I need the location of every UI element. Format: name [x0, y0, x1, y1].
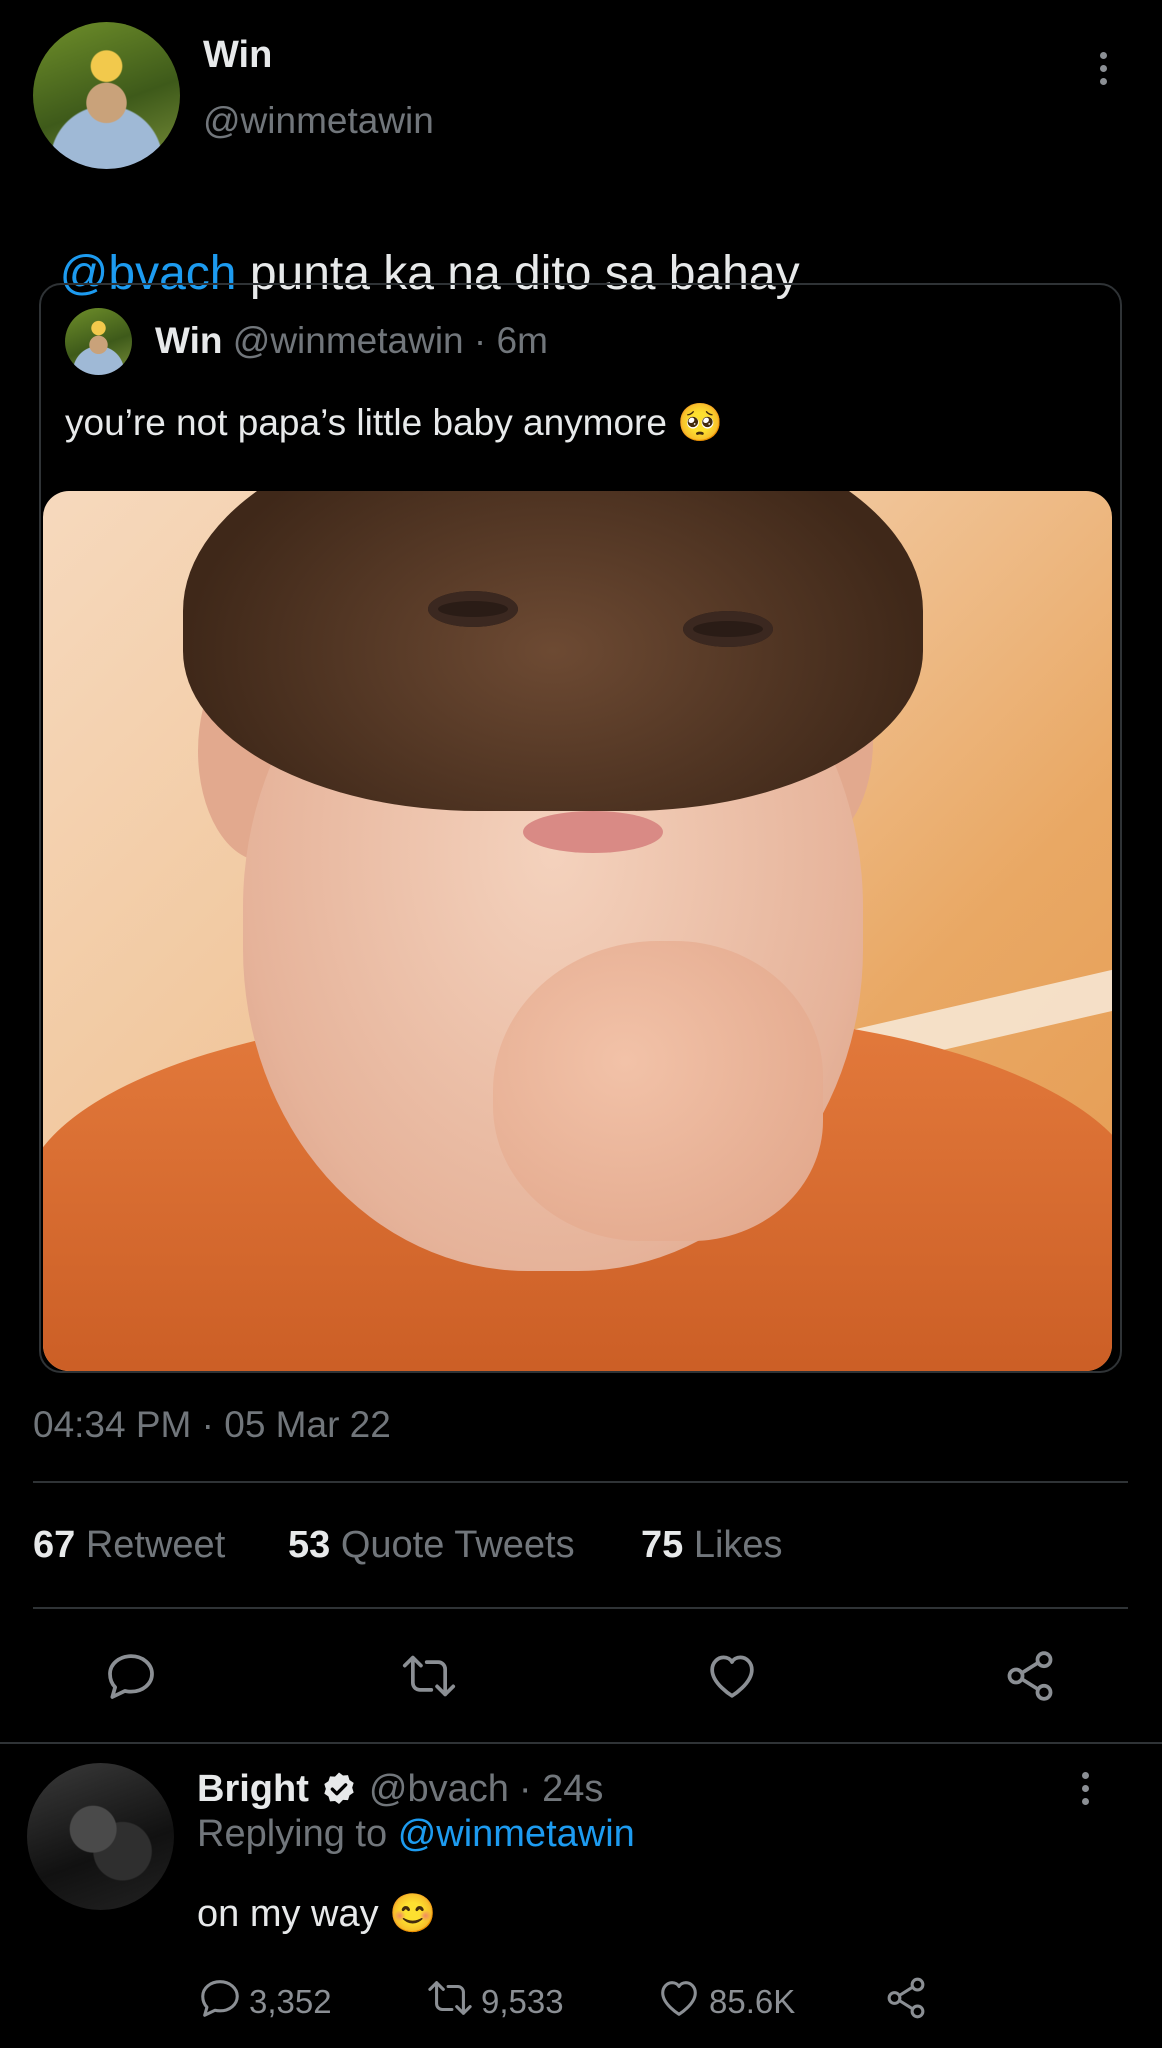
likes-stat[interactable]: 75 Likes [641, 1524, 783, 1567]
reply-retweet-count: 9,533 [481, 1983, 564, 2020]
reply-reply-count: 3,352 [249, 1983, 332, 2020]
photo-eye-left [428, 591, 518, 627]
reply-share-action[interactable] [883, 1975, 929, 2029]
reply-like-count: 85.6K [709, 1983, 796, 2020]
reply-author-name[interactable]: Bright [197, 1768, 309, 1811]
reply-retweet-action[interactable]: 9,533 [425, 1975, 564, 2029]
tweet-timestamp[interactable]: 04:34 PM · 05 Mar 22 [33, 1404, 391, 1446]
more-options-icon[interactable] [1093, 52, 1113, 85]
reply-like-action[interactable]: 85.6K [655, 1975, 795, 2029]
quoted-tweet-header: Win @winmetawin · 6m [155, 320, 548, 362]
verified-badge-icon [319, 1770, 359, 1810]
retweet-icon[interactable] [399, 1648, 459, 1704]
quoted-author-name: Win [155, 320, 223, 361]
author-handle[interactable]: @winmetawin [203, 100, 434, 142]
retweets-stat[interactable]: 67 Retweet [33, 1524, 225, 1567]
reply-author-avatar[interactable] [27, 1763, 174, 1910]
quoted-author-avatar [65, 308, 132, 375]
reply-header: Bright @bvach · 24s [197, 1768, 603, 1811]
replying-to-handle[interactable]: @winmetawin [398, 1813, 635, 1855]
like-icon[interactable] [703, 1648, 761, 1704]
reply-share-icon [883, 1975, 929, 2029]
reply-more-options-icon[interactable] [1075, 1772, 1095, 1805]
quoted-tweet-time: · 6m [473, 320, 548, 361]
likes-label: Likes [693, 1524, 783, 1566]
quotes-stat[interactable]: 53 Quote Tweets [288, 1524, 575, 1567]
divider-stats-top [33, 1481, 1128, 1483]
divider-stats-bottom [33, 1607, 1128, 1609]
reply-time: · 24s [518, 1768, 604, 1810]
reply-reply-icon [197, 1975, 243, 2029]
reply-retweet-icon [425, 1975, 475, 2029]
quotes-label: Quote Tweets [340, 1524, 575, 1566]
quoted-tweet-text: you’re not papa’s little baby anymore 🥺 [65, 402, 724, 443]
reply-icon[interactable] [103, 1648, 159, 1704]
reply-author-handle[interactable]: @bvach [369, 1768, 509, 1811]
quoted-author-handle: @winmetawin [232, 320, 464, 361]
quotes-count: 53 [288, 1524, 331, 1566]
share-icon[interactable] [1001, 1648, 1059, 1704]
reply-text: on my way 😊 [197, 1893, 437, 1935]
author-name[interactable]: Win [203, 34, 272, 77]
reply-reply-action[interactable]: 3,352 [197, 1975, 332, 2029]
retweets-label: Retweet [85, 1524, 226, 1566]
author-avatar[interactable] [33, 22, 180, 169]
divider-reply-top [0, 1742, 1162, 1744]
reply-like-icon [655, 1975, 703, 2029]
photo-eye-right [683, 611, 773, 647]
replying-to-line: Replying to @winmetawin [197, 1813, 635, 1856]
quoted-tweet-photo[interactable] [43, 491, 1112, 1371]
photo-mouth [523, 811, 663, 853]
likes-count: 75 [641, 1524, 684, 1566]
photo-hand [493, 941, 823, 1241]
retweets-count: 67 [33, 1524, 76, 1566]
photo-hair [183, 491, 923, 811]
replying-to-label: Replying to [197, 1813, 388, 1855]
